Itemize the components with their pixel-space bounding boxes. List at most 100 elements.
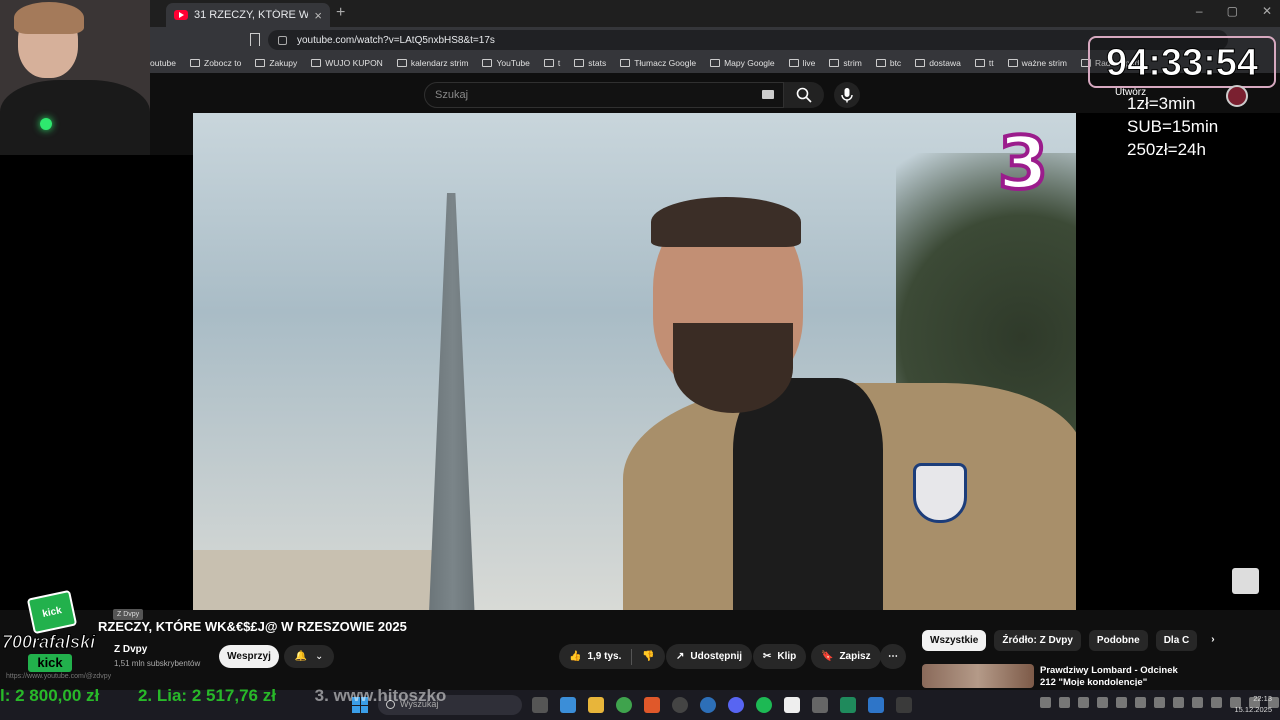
- save-button[interactable]: 🔖 Zapisz: [811, 644, 881, 669]
- bookmark-label: live: [802, 58, 816, 68]
- bookmark-item[interactable]: btc: [875, 58, 901, 68]
- ticker-item: 2. Lia: 2 517,76 zł: [137, 686, 276, 705]
- bookmark-label: tt: [988, 58, 994, 68]
- chip-for-you[interactable]: Dla C: [1155, 630, 1198, 651]
- folder-icon: [710, 59, 721, 67]
- rate-line: 250zł=24h: [1127, 140, 1206, 159]
- like-button[interactable]: 👍 1,9 tys. 👎: [559, 644, 665, 669]
- url-text: youtube.com/watch?v=LAtQ5nxbHS8&t=17s: [297, 34, 495, 46]
- tab-bar: 31 RZECZY, KTÓRE WK&€$£J@ × + – ▢ ✕: [150, 0, 1280, 27]
- account-avatar[interactable]: [1226, 85, 1248, 107]
- bookmark-label: YouTube: [496, 58, 530, 68]
- folder-icon: [974, 59, 985, 67]
- bookmark-label: Tłumacz Google: [634, 58, 697, 68]
- bookmark-item[interactable]: Zobocz to: [190, 58, 241, 68]
- bookmark-label: Zakupy: [269, 58, 298, 68]
- chip-similar[interactable]: Podobne: [1088, 630, 1148, 651]
- bookmark-item[interactable]: Zakupy: [255, 58, 297, 68]
- video-player[interactable]: 3: [193, 113, 1076, 610]
- chip-source[interactable]: Źródło: Z Dvpy: [994, 630, 1081, 651]
- kick-username: 700rafalski: [1, 632, 96, 653]
- webcam-overlay: [0, 0, 150, 155]
- folder-icon: [788, 59, 799, 67]
- bookmark-label: dostawa: [929, 58, 961, 68]
- folder-icon: [915, 59, 926, 67]
- left-black-area: [0, 155, 193, 610]
- rate-line: SUB=15min: [1127, 117, 1219, 136]
- keyboard-icon[interactable]: [762, 90, 774, 99]
- folder-icon: [1007, 59, 1018, 67]
- kick-word: kick: [28, 654, 72, 672]
- subathon-rates: 1zł=3min SUB=15min 250zł=24h: [1127, 92, 1218, 161]
- close-tab-icon[interactable]: ×: [314, 8, 322, 23]
- search-icon: [796, 87, 812, 103]
- bookmark-item[interactable]: live: [788, 58, 816, 68]
- building: [193, 550, 443, 610]
- notifications-button[interactable]: 🔔 ⌄: [284, 645, 334, 668]
- bookmark-item[interactable]: WUJO KUPON: [311, 58, 383, 68]
- chevron-right-icon[interactable]: ›: [1205, 630, 1220, 651]
- folder-icon: [620, 59, 631, 67]
- screen: 31 RZECZY, KTÓRE WK&€$£J@ × + – ▢ ✕ yout…: [0, 0, 1280, 720]
- bookmark-item[interactable]: dostawa: [915, 58, 961, 68]
- bookmark-item[interactable]: kalendarz strim: [396, 58, 468, 68]
- voice-search-button[interactable]: [834, 82, 860, 108]
- bookmark-item[interactable]: tt: [974, 58, 994, 68]
- bookmark-item[interactable]: Tłumacz Google: [620, 58, 696, 68]
- site-info-icon[interactable]: [278, 35, 287, 45]
- kick-logo: kick: [26, 589, 78, 635]
- video-title: RZECZY, KTÓRE WK&€$£J@ W RZESZOWIE 2025: [98, 619, 407, 634]
- bookmark-label: ważne strim: [1021, 58, 1067, 68]
- bookmark-label: strim: [843, 58, 862, 68]
- thumbs-down-icon[interactable]: 👎: [642, 651, 654, 662]
- bookmark-item[interactable]: YouTube: [482, 58, 530, 68]
- chip-all[interactable]: Wszystkie: [922, 630, 987, 651]
- bell-icon: 🔔: [294, 651, 308, 662]
- share-button[interactable]: ↗ Udostępnij: [666, 644, 753, 669]
- minimize-icon[interactable]: –: [1196, 4, 1203, 18]
- save-label: Zapisz: [839, 651, 871, 662]
- bookmark-icon[interactable]: [250, 33, 260, 46]
- clip-button[interactable]: ✂ Klip: [753, 644, 807, 669]
- youtube-favicon-icon: [174, 10, 188, 20]
- bookmark-label: stats: [588, 58, 607, 68]
- folder-icon: [311, 59, 322, 67]
- ticker-item: 3. www.hitoszko: [314, 686, 447, 705]
- bookmark-label: t: [557, 58, 561, 68]
- folder-icon: [829, 59, 840, 67]
- thumbs-up-icon: 👍: [569, 651, 582, 662]
- search-input[interactable]: Szukaj: [424, 82, 784, 108]
- microphone-icon: [841, 88, 853, 103]
- folder-icon: [574, 59, 585, 67]
- address-bar[interactable]: youtube.com/watch?v=LAtQ5nxbHS8&t=17s: [268, 30, 1228, 50]
- bookmark-item[interactable]: ważne strim: [1007, 58, 1067, 68]
- recommended-thumbnail[interactable]: [922, 664, 1034, 688]
- nfl-patch: [913, 463, 967, 523]
- more-actions-button[interactable]: ⋯: [880, 644, 906, 669]
- bookmark-item[interactable]: t: [543, 58, 561, 68]
- maximize-icon[interactable]: ▢: [1227, 4, 1238, 18]
- folder-icon: [875, 59, 886, 67]
- kick-overlay: kick 700rafalski kick: [1, 589, 107, 674]
- bookmark-item[interactable]: stats: [574, 58, 606, 68]
- right-black-area: [1076, 113, 1280, 610]
- channel-name[interactable]: Z Dvpy: [114, 644, 147, 655]
- folder-icon: [396, 59, 407, 67]
- new-tab-icon[interactable]: +: [336, 4, 345, 22]
- donation-ticker: l: 2 800,00 zł 2. Lia: 2 517,76 zł 3. ww…: [0, 686, 1280, 706]
- close-window-icon[interactable]: ✕: [1262, 4, 1272, 18]
- search-button[interactable]: [784, 82, 824, 108]
- browser-tab[interactable]: 31 RZECZY, KTÓRE WK&€$£J@ ×: [166, 3, 330, 27]
- rate-line: 1zł=3min: [1127, 94, 1196, 113]
- folder-icon: [255, 59, 266, 67]
- recommended-title[interactable]: Prawdziwy Lombard - Odcinek 212 "Moje ko…: [1040, 665, 1180, 686]
- share-label: Udostępnij: [690, 651, 743, 662]
- folder-icon: [482, 59, 493, 67]
- join-button[interactable]: Wesprzyj: [219, 645, 279, 668]
- clip-label: Klip: [777, 651, 797, 662]
- bookmark-item[interactable]: strim: [829, 58, 862, 68]
- scissors-icon: ✂: [763, 651, 772, 662]
- bookmark-item[interactable]: outube: [150, 58, 176, 68]
- bookmark-item[interactable]: Mapy Google: [710, 58, 775, 68]
- person-in-video: [623, 197, 1076, 610]
